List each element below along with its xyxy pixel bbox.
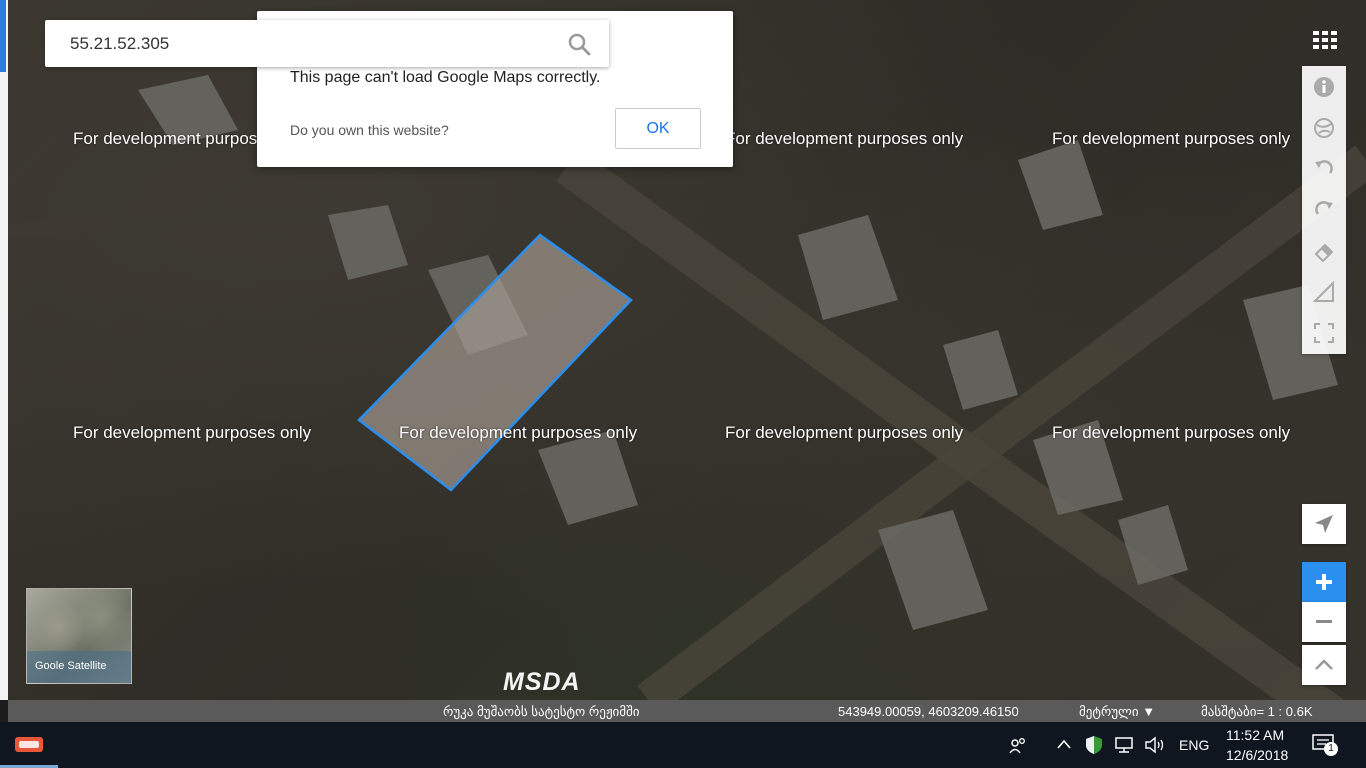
app-icon (15, 736, 43, 752)
language-indicator[interactable]: ENG (1179, 737, 1209, 753)
browser-accent (0, 0, 6, 72)
measure-area-tool[interactable] (1302, 271, 1346, 312)
minus-icon (1316, 620, 1332, 623)
clock-time[interactable]: 11:52 AM (1226, 727, 1284, 743)
location-arrow-icon (1315, 515, 1333, 533)
people-icon[interactable] (1008, 735, 1028, 755)
zoom-out-button[interactable] (1302, 602, 1346, 642)
redo-icon (1315, 200, 1333, 215)
collapse-button[interactable] (1302, 645, 1346, 685)
dialog-question: Do you own this website? (290, 122, 449, 138)
chevron-up-icon (1315, 659, 1333, 670)
msda-logo: MSDA (503, 668, 581, 696)
search-input[interactable] (45, 20, 609, 67)
notification-center[interactable]: 1 (1312, 734, 1338, 758)
notification-count: 1 (1324, 742, 1338, 756)
watermark: For development purposes only (1052, 423, 1291, 442)
clock-date[interactable]: 12/6/2018 (1226, 747, 1288, 763)
watermark: For development purposes only (725, 423, 964, 442)
volume-icon[interactable] (1144, 736, 1166, 754)
watermark: For development purposes only (399, 423, 638, 442)
measure-area-icon (1313, 280, 1334, 302)
zoom-in-button[interactable] (1302, 562, 1346, 602)
info-tool[interactable] (1302, 66, 1346, 107)
network-icon[interactable] (1114, 736, 1136, 754)
info-icon (1314, 76, 1334, 97)
basemap-switcher[interactable]: Goole Satellite (26, 588, 132, 684)
test-mode-notice: რუკა მუშაობს სატესტო რეჟიმში (443, 704, 640, 719)
fullscreen-tool[interactable] (1302, 312, 1346, 353)
globe-tool[interactable] (1302, 107, 1346, 148)
redo-tool[interactable] (1302, 189, 1346, 230)
shield-icon[interactable] (1084, 735, 1104, 755)
undo-tool[interactable] (1302, 148, 1346, 189)
dialog-message: This page can't load Google Maps correct… (290, 69, 601, 86)
watermark: For development purposes only (73, 423, 312, 442)
ok-button[interactable]: OK (615, 108, 701, 149)
coordinate-readout: 543949.00059, 4603209.46150 (838, 704, 1019, 719)
fullscreen-icon (1314, 322, 1334, 343)
eraser-tool[interactable] (1302, 230, 1346, 271)
browser-left-edge (0, 0, 8, 700)
watermark: For development purposes only (725, 129, 964, 148)
plus-icon (1316, 574, 1332, 590)
basemap-label: Goole Satellite (27, 651, 131, 683)
map-status-bar: რუკა მუშაობს სატესტო რეჟიმში 543949.0005… (8, 700, 1366, 722)
taskbar: ENG 11:52 AM 12/6/2018 1 (0, 722, 1366, 768)
chevron-up-icon[interactable] (1056, 737, 1072, 751)
scale-readout: მასშტაბი= 1 : 0.6K (1201, 704, 1313, 719)
locate-button[interactable] (1302, 504, 1346, 544)
taskbar-app[interactable] (0, 722, 58, 768)
search-icon[interactable] (567, 32, 591, 56)
map-tools-panel (1302, 66, 1346, 354)
unit-selector[interactable]: მეტრული ▼ (1079, 704, 1155, 720)
watermark: For development purposes only (1052, 129, 1291, 148)
globe-icon (1314, 117, 1334, 138)
eraser-icon (1314, 243, 1334, 262)
search-bar (45, 20, 609, 67)
grid-menu-icon[interactable] (1312, 30, 1338, 50)
undo-icon (1315, 159, 1333, 174)
